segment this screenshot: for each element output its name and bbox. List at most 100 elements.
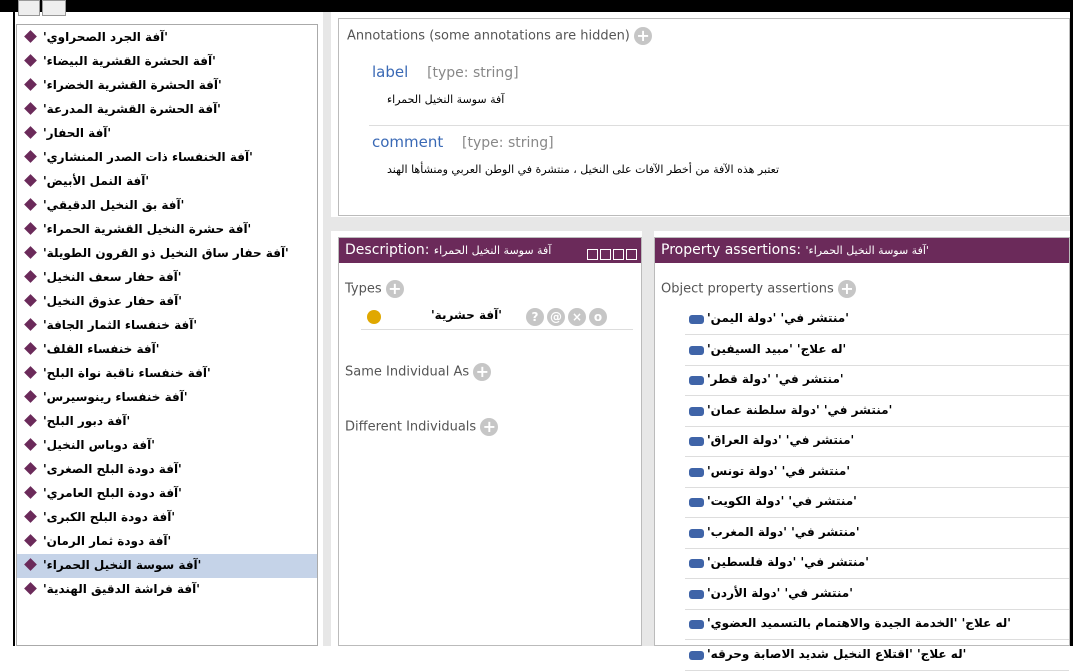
object-property-icon bbox=[689, 650, 704, 660]
tree-item[interactable]: 'آفة خنفساء القلف' bbox=[17, 338, 317, 362]
tree-item[interactable]: 'آفة بق النخيل الدقيقي' bbox=[17, 194, 317, 218]
property-assertion-row[interactable]: 'منتشر في' 'دولة قطر' bbox=[685, 366, 1069, 396]
tree-item-label: 'آفة دودة ثمار الرمان' bbox=[43, 534, 172, 548]
property-assertion-text: 'منتشر في' 'دولة قطر' bbox=[707, 372, 844, 386]
property-assertion-text: 'له علاج' 'مبيد السيفين' bbox=[707, 341, 847, 356]
tree-item[interactable]: 'آفة دودة البلح الصغرى' bbox=[17, 458, 317, 482]
property-assertion-row[interactable]: 'منتشر في' 'دولة الأردن' bbox=[685, 580, 1069, 610]
split-divider-vertical[interactable] bbox=[323, 12, 331, 646]
tree-item-label: 'آفة الحشرة القشرية البيضاء' bbox=[43, 54, 216, 68]
tree-item[interactable]: 'آفة حفار عذوق النخيل' bbox=[17, 290, 317, 314]
tree-item[interactable]: 'آفة خنفساء ناقبة نواة البلح' bbox=[17, 362, 317, 386]
types-section: Types + bbox=[345, 280, 404, 298]
property-assertion-row[interactable]: 'له علاج' 'الخدمة الجيدة والاهتمام بالتس… bbox=[685, 610, 1069, 640]
tree-item-label: 'آفة الجرد الصحراوي' bbox=[43, 30, 168, 44]
individual-diamond-icon bbox=[24, 126, 37, 139]
tree-item-label: 'آفة الحفار' bbox=[43, 126, 112, 140]
panel-maximize-icon[interactable] bbox=[613, 249, 624, 260]
add-same-individual-icon[interactable]: + bbox=[473, 363, 492, 381]
class-dot-icon bbox=[367, 310, 381, 324]
property-assertion-text: 'منتشر في' 'دولة تونس' bbox=[707, 463, 851, 478]
tree-item[interactable]: 'آفة حشرة النخيل القشرية الحمراء' bbox=[17, 218, 317, 242]
tree-item[interactable]: 'آفة الحشرة القشرية البيضاء' bbox=[17, 50, 317, 74]
description-panel: Description: آفة سوسة النخيل الحمراء Typ… bbox=[338, 237, 642, 646]
toolbar-button-1[interactable] bbox=[18, 0, 40, 16]
property-assertions-panel: Property assertions: 'آفة سوسة النخيل ال… bbox=[654, 237, 1070, 671]
tree-item[interactable]: 'آفة فراشة الدقيق الهندية' bbox=[17, 578, 317, 602]
property-assertion-row[interactable]: 'منتشر في' 'دولة العراق' bbox=[685, 427, 1069, 457]
property-assertion-row[interactable]: 'له علاج' 'اقتلاع النخيل شديد الاصابة وح… bbox=[685, 641, 1069, 671]
tree-item[interactable]: 'آفة سوسة النخيل الحمراء' bbox=[17, 554, 317, 578]
add-different-individual-icon[interactable]: + bbox=[480, 418, 499, 436]
object-property-icon bbox=[689, 406, 704, 416]
property-assertion-text: 'منتشر في' 'دولة الكويت' bbox=[707, 494, 857, 508]
tree-item[interactable]: 'آفة دوباس النخيل' bbox=[17, 434, 317, 458]
tree-item[interactable]: 'آفة الحشرة القشرية المدرعة' bbox=[17, 98, 317, 122]
property-assertion-row[interactable]: 'منتشر في' 'دولة تونس' bbox=[685, 458, 1069, 488]
property-assertion-text: 'منتشر في' 'دولة العراق' bbox=[707, 433, 855, 447]
tree-item[interactable]: 'آفة الخنفساء ذات الصدر المنشاري' bbox=[17, 146, 317, 170]
tree-item[interactable]: 'آفة حفار ساق النخيل ذو القرون الطويلة' bbox=[17, 242, 317, 266]
tree-item[interactable]: 'آفة دودة البلح العامري' bbox=[17, 482, 317, 506]
tree-item[interactable]: 'آفة دودة ثمار الرمان' bbox=[17, 530, 317, 554]
tree-item[interactable]: 'آفة خنفساء الثمار الجافة' bbox=[17, 314, 317, 338]
split-divider-horizontal[interactable] bbox=[331, 217, 1070, 231]
object-property-icon bbox=[689, 376, 704, 385]
add-type-icon[interactable]: + bbox=[385, 280, 404, 298]
edit-icon[interactable]: o bbox=[589, 308, 607, 326]
property-assertion-row[interactable]: 'منتشر في' 'دولة اليمن' bbox=[685, 305, 1069, 335]
split-divider-vertical-2[interactable] bbox=[642, 231, 654, 646]
add-object-property-icon[interactable]: + bbox=[837, 280, 856, 298]
property-assertion-row[interactable]: 'منتشر في' 'دولة الكويت' bbox=[685, 488, 1069, 518]
tree-item[interactable]: 'آفة دبور البلح' bbox=[17, 410, 317, 434]
object-property-icon bbox=[689, 559, 704, 568]
tree-item-label: 'آفة الحشرة القشرية الخضراء' bbox=[43, 78, 222, 92]
tree-item[interactable]: 'آفة خنفساء رينوسيرس' bbox=[17, 386, 317, 410]
individual-diamond-icon bbox=[24, 174, 37, 187]
annotation-comment-row[interactable]: comment [type: string] bbox=[372, 133, 554, 151]
type-row[interactable]: 'آفة حشرية' ? @ × o bbox=[361, 305, 633, 330]
individual-diamond-icon bbox=[24, 30, 37, 43]
annotation-label-value: آفة سوسة النخيل الحمراء bbox=[387, 93, 505, 106]
explain-icon[interactable]: ? bbox=[526, 308, 544, 326]
tree-item[interactable]: 'آفة الحشرة القشرية الخضراء' bbox=[17, 74, 317, 98]
tree-item[interactable]: 'آفة الجرد الصحراوي' bbox=[17, 26, 317, 50]
tree-item[interactable]: 'آفة حفار سعف النخيل' bbox=[17, 266, 317, 290]
panel-minimize-icon[interactable] bbox=[600, 249, 611, 260]
delete-icon[interactable]: × bbox=[568, 308, 586, 326]
panel-pin-icon[interactable] bbox=[587, 249, 598, 260]
annotation-label-row[interactable]: label [type: string] bbox=[372, 63, 519, 81]
tree-item[interactable]: 'آفة الحفار' bbox=[17, 122, 317, 146]
description-header-name: آفة سوسة النخيل الحمراء bbox=[433, 244, 552, 257]
different-individuals-section: Different Individuals + bbox=[345, 418, 499, 436]
property-assertion-row[interactable]: 'منتشر في' 'دولة سلطنة عمان' bbox=[685, 397, 1069, 427]
object-property-icon bbox=[689, 498, 704, 507]
property-assertion-text: 'منتشر في' 'دولة الأردن' bbox=[707, 585, 853, 600]
individual-diamond-icon bbox=[24, 510, 37, 523]
toolbar-button-2[interactable] bbox=[42, 0, 66, 16]
individual-diamond-icon bbox=[24, 318, 37, 331]
annotation-comment-key[interactable]: comment bbox=[372, 133, 443, 151]
tree-item-label: 'آفة حفار عذوق النخيل' bbox=[43, 294, 182, 308]
object-property-icon bbox=[689, 437, 704, 446]
annotations-title: Annotations (some annotations are hidden… bbox=[347, 27, 653, 45]
annotation-label-key[interactable]: label bbox=[372, 63, 408, 81]
tree-item-label: 'آفة حشرة النخيل القشرية الحمراء' bbox=[43, 222, 252, 236]
tree-item-label: 'آفة دودة البلح الكبرى' bbox=[43, 510, 176, 524]
individuals-tree[interactable]: 'آفة الجرد الصحراوي' 'آفة الحشرة القشرية … bbox=[16, 24, 318, 646]
individual-diamond-icon bbox=[24, 246, 37, 259]
tree-item-label: 'آفة دودة البلح الصغرى' bbox=[43, 462, 182, 476]
tree-item[interactable]: 'آفة دودة البلح الكبرى' bbox=[17, 506, 317, 530]
annotate-icon[interactable]: @ bbox=[547, 308, 565, 326]
window-top-bar bbox=[0, 0, 1073, 12]
panel-close-icon[interactable] bbox=[626, 249, 637, 260]
type-label: 'آفة حشرية' bbox=[431, 308, 502, 322]
tree-item[interactable]: 'آفة النمل الأبيض' bbox=[17, 170, 317, 194]
same-individual-section: Same Individual As + bbox=[345, 363, 492, 381]
property-assertion-row[interactable]: 'منتشر في' 'دولة فلسطين' bbox=[685, 549, 1069, 579]
add-annotation-icon[interactable]: + bbox=[634, 27, 653, 45]
property-assertion-row[interactable]: 'منتشر في' 'دولة المغرب' bbox=[685, 519, 1069, 549]
individual-diamond-icon bbox=[24, 462, 37, 475]
property-assertion-row[interactable]: 'له علاج' 'مبيد السيفين' bbox=[685, 336, 1069, 366]
individual-diamond-icon bbox=[24, 78, 37, 91]
